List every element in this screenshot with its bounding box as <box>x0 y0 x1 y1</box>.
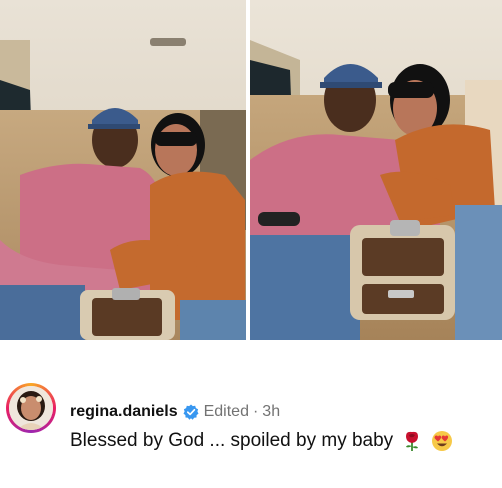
caption-text-row: Blessed by God ... spoiled by my baby <box>70 429 453 453</box>
meta-separator: · <box>252 403 259 420</box>
photo-right-image <box>250 0 502 340</box>
photo-carousel[interactable] <box>0 0 502 340</box>
post-photo-left[interactable] <box>0 0 246 340</box>
verified-badge-icon <box>183 404 199 420</box>
post-timestamp: 3h <box>262 403 281 420</box>
caption-text: Blessed by God ... spoiled by my baby <box>70 430 394 451</box>
post-meta-row: regina.daniels Edited · 3h <box>70 402 280 422</box>
heart-eyes-icon <box>431 430 453 452</box>
avatar-image <box>9 386 53 430</box>
avatar-story-ring[interactable] <box>6 383 56 433</box>
edited-label: Edited <box>203 403 249 420</box>
avatar[interactable] <box>9 386 53 430</box>
username-link[interactable]: regina.daniels <box>70 403 178 421</box>
photo-left-image <box>0 0 246 340</box>
post-photo-right[interactable] <box>250 0 502 340</box>
rose-icon <box>401 430 423 452</box>
